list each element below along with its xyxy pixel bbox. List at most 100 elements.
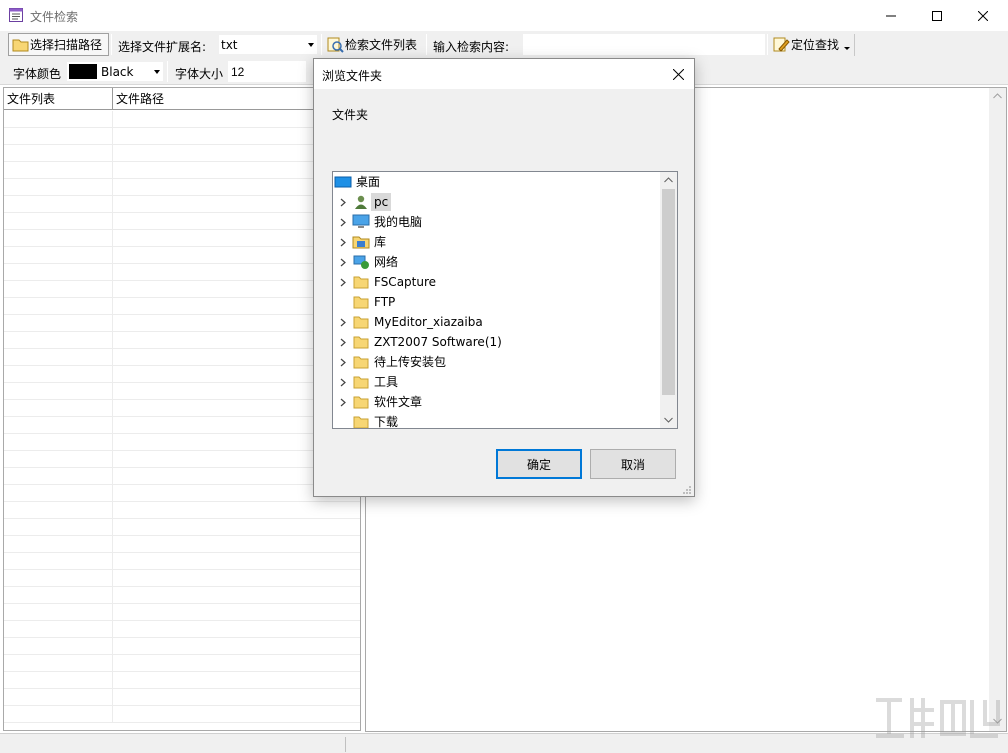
folder-tree[interactable]: 桌面 pc 我的电脑库网络 FSCapture FTP MyEditor_xiazaiba… <box>332 171 678 429</box>
table-cell <box>4 298 113 315</box>
table-row[interactable] <box>4 281 360 298</box>
tree-node[interactable]: 桌面 <box>333 172 661 192</box>
font-color-label: 字体颜色 <box>13 67 62 81</box>
toolbar-separator <box>321 34 322 55</box>
table-row[interactable] <box>4 145 360 162</box>
tree-node[interactable]: FTP <box>333 292 661 312</box>
tree-node-label: 下载 <box>374 415 399 429</box>
tree-node[interactable]: 网络 <box>333 252 661 272</box>
table-row[interactable] <box>4 264 360 281</box>
table-row[interactable] <box>4 332 360 349</box>
font-color-combo[interactable]: Black <box>66 61 164 82</box>
table-row[interactable] <box>4 349 360 366</box>
chevron-down-icon[interactable] <box>844 47 850 50</box>
table-row[interactable] <box>4 196 360 213</box>
tree-node[interactable]: FSCapture <box>333 272 661 292</box>
table-cell <box>4 366 113 383</box>
table-row[interactable] <box>4 621 360 638</box>
table-row[interactable] <box>4 638 360 655</box>
table-row[interactable] <box>4 434 360 451</box>
cancel-button[interactable]: 取消 <box>590 449 676 479</box>
table-row[interactable] <box>4 417 360 434</box>
chevron-right-icon[interactable] <box>335 318 351 327</box>
table-row[interactable] <box>4 587 360 604</box>
chevron-right-icon[interactable] <box>335 258 351 267</box>
tree-node[interactable]: 待上传安装包 <box>333 352 661 372</box>
table-row[interactable] <box>4 519 360 536</box>
tree-node[interactable]: 软件文章 <box>333 392 661 412</box>
table-row[interactable] <box>4 655 360 672</box>
tree-node[interactable]: 下载 <box>333 412 661 429</box>
file-list-grid[interactable]: 文件列表 文件路径 <box>3 87 361 731</box>
search-content-input[interactable] <box>523 34 765 55</box>
table-row[interactable] <box>4 672 360 689</box>
chevron-right-icon[interactable] <box>335 378 351 387</box>
table-row[interactable] <box>4 213 360 230</box>
close-window-button[interactable] <box>960 0 1006 31</box>
chevron-right-icon[interactable] <box>335 238 351 247</box>
table-row[interactable] <box>4 111 360 128</box>
table-row[interactable] <box>4 553 360 570</box>
ok-button[interactable]: 确定 <box>496 449 582 479</box>
chevron-right-icon[interactable] <box>335 198 351 207</box>
chevron-right-icon[interactable] <box>335 278 351 287</box>
tree-scrollbar[interactable] <box>660 172 677 428</box>
select-scan-path-button[interactable]: 选择扫描路径 <box>8 33 109 56</box>
font-size-label: 字体大小 <box>175 67 224 81</box>
scroll-down-icon[interactable] <box>664 417 673 423</box>
table-row[interactable] <box>4 689 360 706</box>
vertical-scrollbar[interactable] <box>989 88 1006 731</box>
scroll-up-icon[interactable] <box>993 93 1002 99</box>
tree-node[interactable]: 库 <box>333 232 661 252</box>
chevron-right-icon[interactable] <box>335 218 351 227</box>
table-row[interactable] <box>4 383 360 400</box>
table-row[interactable] <box>4 451 360 468</box>
table-row[interactable] <box>4 485 360 502</box>
column-header-file-list[interactable]: 文件列表 <box>4 88 113 110</box>
minimize-button[interactable] <box>868 0 914 31</box>
dialog-title: 浏览文件夹 <box>322 69 383 83</box>
table-row[interactable] <box>4 179 360 196</box>
table-row[interactable] <box>4 128 360 145</box>
table-row[interactable] <box>4 162 360 179</box>
maximize-button[interactable] <box>914 0 960 31</box>
chevron-right-icon[interactable] <box>335 338 351 347</box>
search-file-list-button[interactable]: 检索文件列表 <box>324 33 420 56</box>
close-icon <box>978 10 988 21</box>
table-row[interactable] <box>4 400 360 417</box>
tree-node-label: 待上传安装包 <box>374 355 447 369</box>
dialog-close-button[interactable] <box>666 63 690 85</box>
resize-grip-icon[interactable] <box>682 485 692 495</box>
scroll-up-icon[interactable] <box>664 177 673 183</box>
table-row[interactable] <box>4 706 360 723</box>
locate-find-button[interactable]: 定位查找 <box>770 33 842 56</box>
table-row[interactable] <box>4 230 360 247</box>
extension-combo[interactable]: txt <box>218 34 318 55</box>
status-divider <box>345 737 346 752</box>
table-row[interactable] <box>4 366 360 383</box>
chevron-right-icon[interactable] <box>335 398 351 407</box>
tree-node[interactable]: ZXT2007 Software(1) <box>333 332 661 352</box>
toolbar-separator <box>167 61 168 82</box>
folder-icon <box>351 274 371 290</box>
table-row[interactable] <box>4 298 360 315</box>
table-row[interactable] <box>4 468 360 485</box>
table-row[interactable] <box>4 604 360 621</box>
table-cell <box>4 196 113 213</box>
table-row[interactable] <box>4 315 360 332</box>
table-row[interactable] <box>4 570 360 587</box>
table-row[interactable] <box>4 536 360 553</box>
tree-node[interactable]: 我的电脑 <box>333 212 661 232</box>
tree-node-label: FSCapture <box>374 275 437 289</box>
font-size-input[interactable] <box>228 61 306 82</box>
tree-node[interactable]: MyEditor_xiazaiba <box>333 312 661 332</box>
tree-node[interactable]: 工具 <box>333 372 661 392</box>
table-row[interactable] <box>4 247 360 264</box>
chevron-right-icon[interactable] <box>335 358 351 367</box>
scroll-thumb[interactable] <box>662 189 675 395</box>
open-folder-icon <box>12 39 29 51</box>
table-cell <box>4 655 113 672</box>
table-row[interactable] <box>4 502 360 519</box>
tree-node[interactable]: pc <box>333 192 661 212</box>
locate-icon <box>773 37 790 52</box>
